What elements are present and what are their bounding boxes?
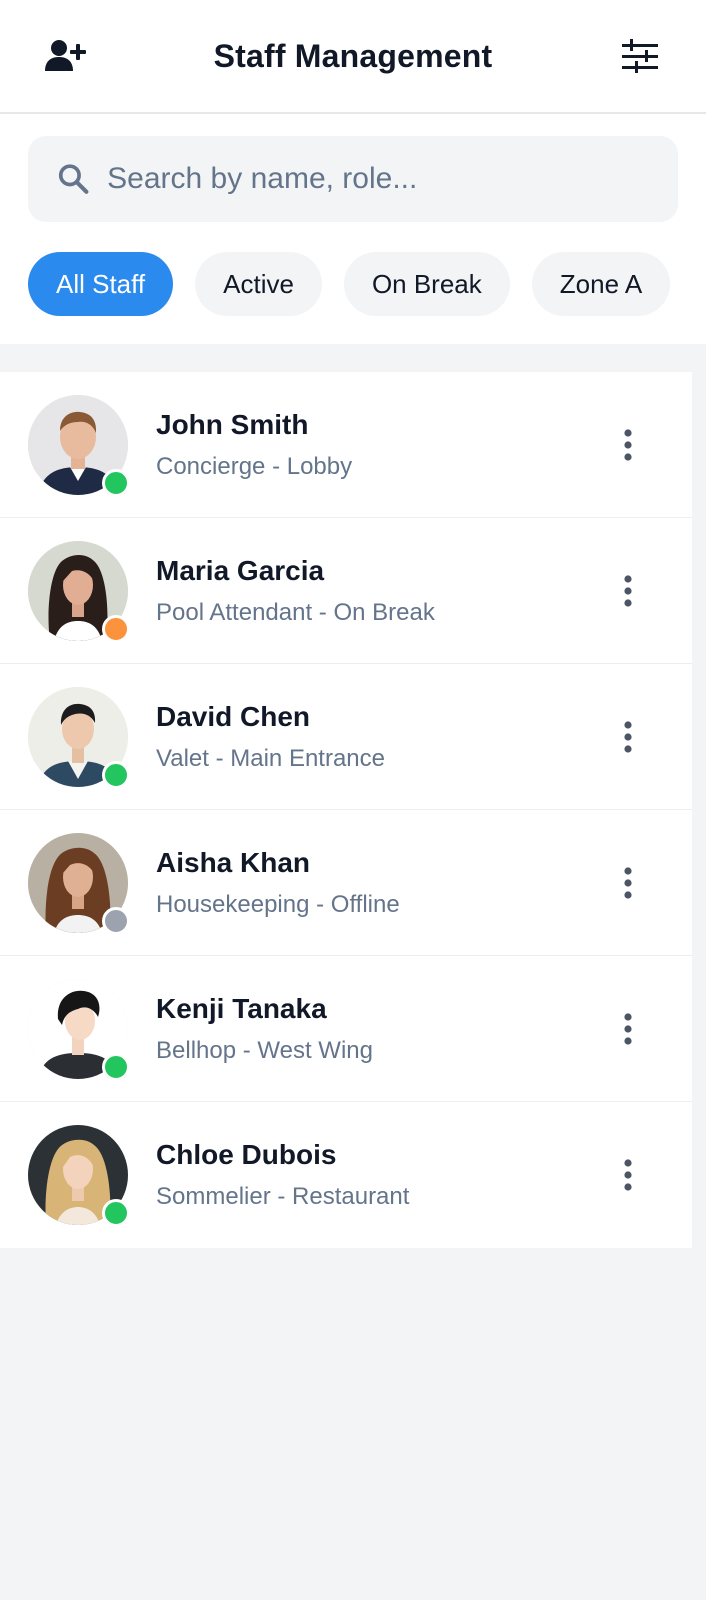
staff-info: Aisha Khan Housekeeping - Offline — [156, 847, 606, 919]
staff-name: Aisha Khan — [156, 846, 311, 878]
avatar-container — [28, 832, 130, 935]
more-options-button[interactable] — [606, 1145, 650, 1205]
avatar-container — [28, 686, 130, 789]
add-user-button[interactable] — [44, 34, 88, 78]
status-indicator-active — [102, 1199, 130, 1227]
filter-chip-on-break[interactable]: On Break — [343, 252, 510, 316]
more-vertical-icon — [624, 720, 632, 753]
filter-chip-active[interactable]: Active — [195, 252, 322, 316]
staff-name: Maria Garcia — [156, 554, 325, 586]
filter-sliders-icon — [621, 39, 658, 73]
status-indicator-active — [102, 1052, 130, 1081]
staff-role: Bellhop - West Wing — [156, 1036, 373, 1064]
avatar-container — [28, 1125, 130, 1227]
staff-management-screen: Staff Management All Staff Active On Bre… — [0, 0, 706, 1600]
filter-chip-zone-a[interactable]: Zone A — [531, 252, 671, 316]
staff-info: Maria Garcia Pool Attendant - On Break — [156, 555, 606, 627]
filter-button[interactable] — [618, 34, 662, 78]
staff-info: Chloe Dubois Sommelier - Restaurant — [156, 1139, 606, 1211]
staff-row[interactable]: Chloe Dubois Sommelier - Restaurant — [0, 1102, 692, 1248]
staff-row[interactable]: Aisha Khan Housekeeping - Offline — [0, 810, 692, 956]
more-options-button[interactable] — [606, 999, 650, 1059]
staff-info: David Chen Valet - Main Entrance — [156, 701, 606, 773]
filter-chips: All Staff Active On Break Zone A — [28, 252, 706, 316]
app-header: Staff Management — [0, 0, 706, 114]
staff-row[interactable]: John Smith Concierge - Lobby — [0, 372, 692, 518]
more-options-button[interactable] — [606, 561, 650, 621]
staff-role: Housekeeping - Offline — [156, 890, 400, 918]
avatar-container — [28, 540, 130, 643]
more-options-button[interactable] — [606, 415, 650, 475]
page-title: Staff Management — [213, 37, 493, 74]
status-indicator-offline — [102, 906, 130, 935]
more-vertical-icon — [624, 866, 632, 899]
staff-role: Pool Attendant - On Break — [156, 598, 435, 626]
status-indicator-active — [102, 760, 130, 789]
add-user-icon — [45, 40, 86, 71]
staff-name: Chloe Dubois — [156, 1139, 337, 1170]
more-options-button[interactable] — [606, 853, 650, 913]
search-bar[interactable] — [28, 136, 678, 222]
staff-name: John Smith — [156, 408, 309, 440]
search-and-filters: All Staff Active On Break Zone A — [0, 114, 706, 344]
staff-row[interactable]: Kenji Tanaka Bellhop - West Wing — [0, 956, 692, 1102]
avatar-container — [28, 978, 130, 1081]
staff-info: Kenji Tanaka Bellhop - West Wing — [156, 993, 606, 1065]
status-indicator-on-break — [102, 614, 130, 643]
more-vertical-icon — [624, 428, 632, 461]
more-vertical-icon — [624, 574, 632, 607]
search-icon — [58, 164, 89, 194]
staff-role: Concierge - Lobby — [156, 452, 353, 480]
search-input[interactable] — [107, 162, 650, 196]
status-indicator-active — [102, 468, 130, 497]
staff-info: John Smith Concierge - Lobby — [156, 409, 606, 481]
staff-row[interactable]: Maria Garcia Pool Attendant - On Break — [0, 518, 692, 664]
staff-name: David Chen — [156, 700, 311, 732]
filter-chip-all-staff[interactable]: All Staff — [28, 252, 174, 316]
staff-role: Valet - Main Entrance — [156, 744, 385, 772]
more-vertical-icon — [624, 1012, 632, 1045]
avatar-container — [28, 394, 130, 497]
staff-name: Kenji Tanaka — [156, 992, 327, 1024]
staff-row[interactable]: David Chen Valet - Main Entrance — [0, 664, 692, 810]
staff-role: Sommelier - Restaurant — [156, 1183, 410, 1210]
more-vertical-icon — [624, 1159, 632, 1191]
staff-list: John Smith Concierge - Lobby Maria Garci… — [0, 372, 692, 1248]
more-options-button[interactable] — [606, 707, 650, 767]
